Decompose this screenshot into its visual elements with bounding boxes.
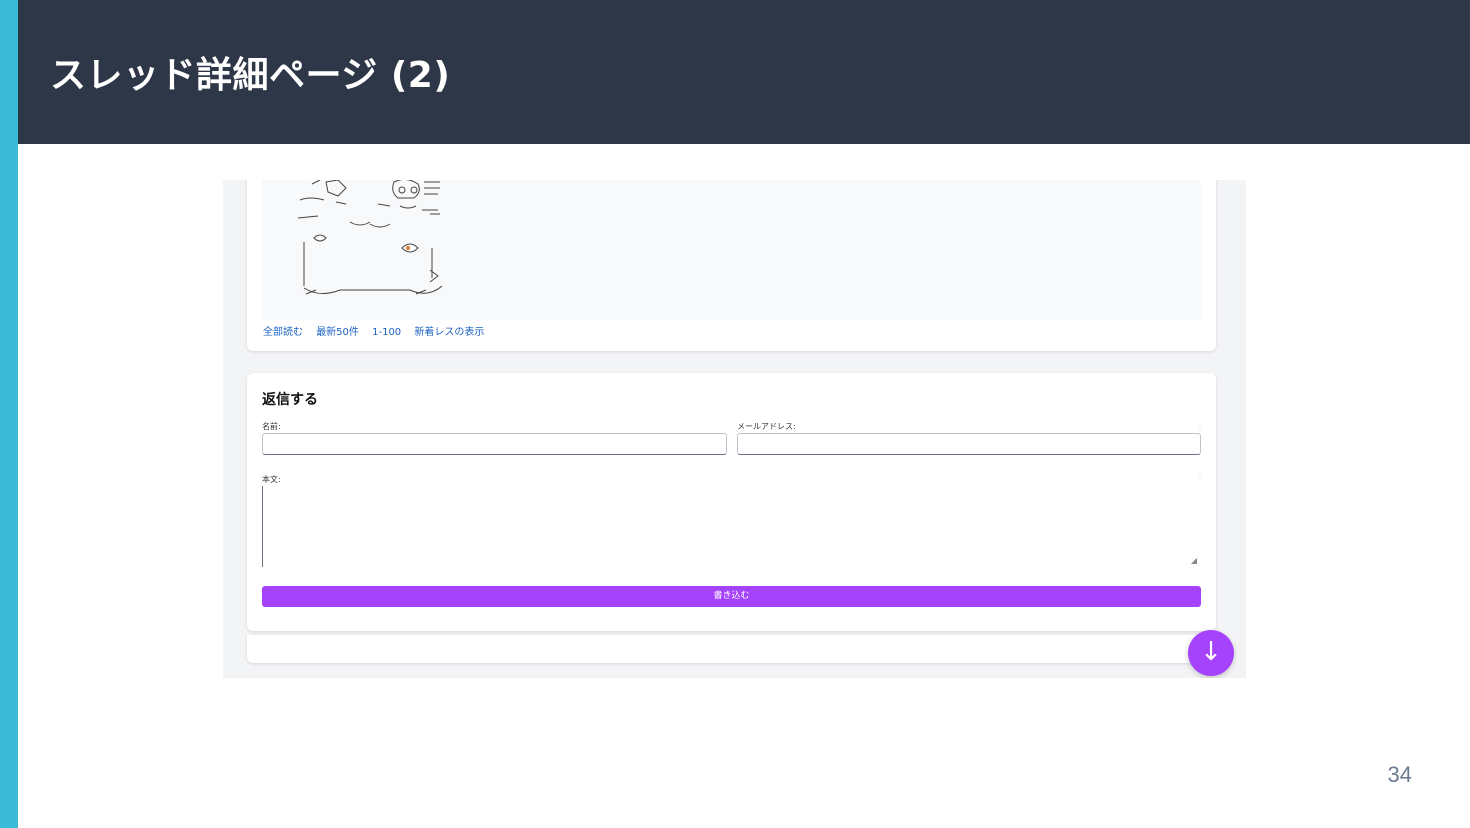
scrollbar-tick: ˙	[1198, 477, 1202, 486]
body-textarea[interactable]: ◢	[262, 486, 1201, 567]
name-label: 名前:	[262, 422, 281, 431]
reply-form-heading: 返信する	[262, 392, 318, 408]
arrow-down-icon: ↓	[1200, 637, 1222, 667]
resize-handle-icon[interactable]: ◢	[1191, 556, 1197, 565]
accent-bar	[0, 0, 18, 828]
ascii-art-area	[262, 180, 1201, 320]
thread-nav-links: 全部読む 最新50件 1-100 新着レスの表示	[263, 323, 494, 338]
link-latest-50[interactable]: 最新50件	[316, 327, 359, 338]
post-card: 全部読む 最新50件 1-100 新着レスの表示	[247, 180, 1216, 351]
page-number: 34	[1387, 762, 1412, 787]
name-input[interactable]	[262, 433, 727, 455]
submit-button[interactable]: 書き込む	[262, 586, 1201, 607]
scrollbar-tick: ˙	[1198, 429, 1202, 438]
ascii-art-image	[297, 180, 443, 295]
screenshot-frame: 全部読む 最新50件 1-100 新着レスの表示 返信する 名前: メールアドレ…	[223, 180, 1246, 678]
slide-title: スレッド詳細ページ (2)	[50, 55, 451, 96]
email-label: メールアドレス:	[737, 422, 796, 431]
slide-header: スレッド詳細ページ (2)	[18, 0, 1470, 144]
reply-form-card: 返信する 名前: メールアドレス: ˙ 本文: ˙ ◢ 書き込む	[247, 373, 1216, 631]
link-1-100[interactable]: 1-100	[372, 327, 401, 338]
link-read-all[interactable]: 全部読む	[263, 327, 303, 338]
link-new-replies[interactable]: 新着レスの表示	[414, 327, 484, 338]
email-input[interactable]	[737, 433, 1201, 455]
footer-card	[247, 635, 1216, 663]
scroll-down-button[interactable]: ↓	[1188, 630, 1234, 676]
body-label: 本文:	[262, 475, 281, 484]
